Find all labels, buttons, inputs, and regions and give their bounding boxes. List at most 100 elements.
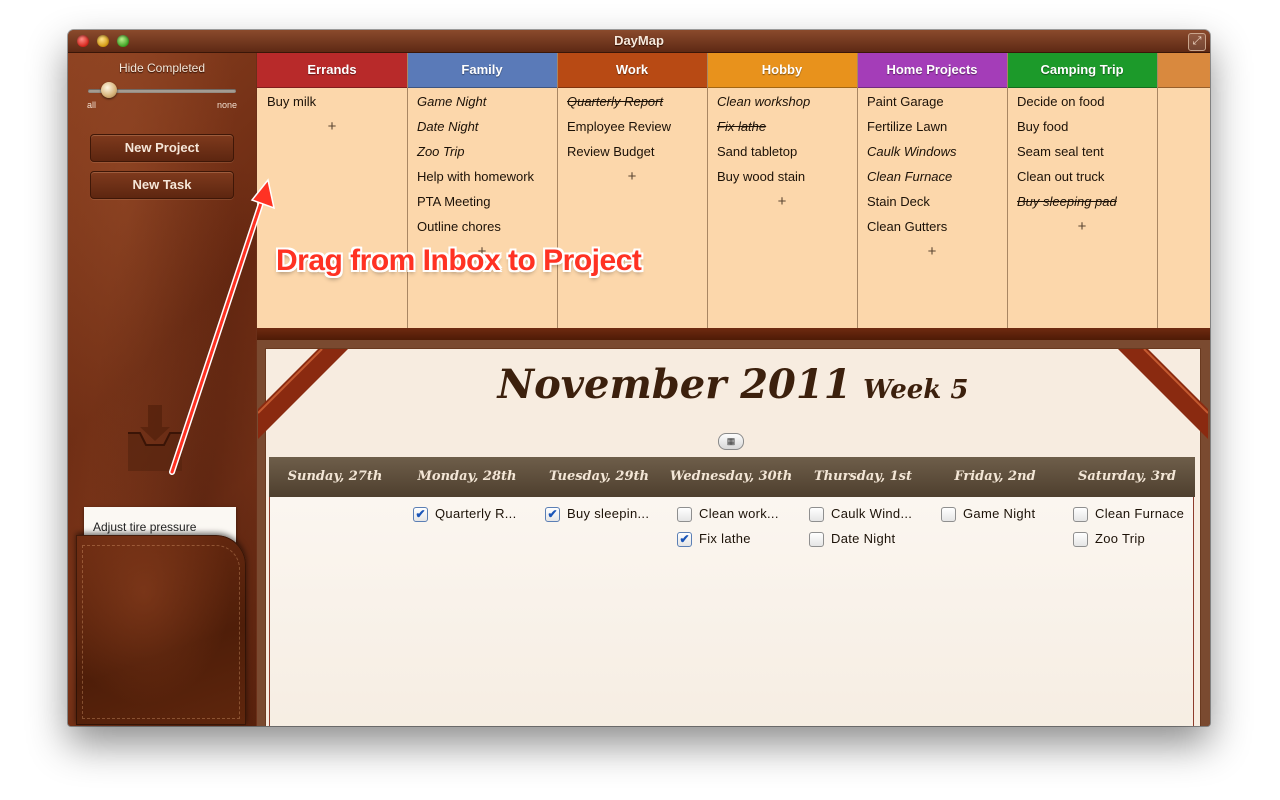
project-task-list: Paint Garage Fertilize Lawn Caulk Windows C… bbox=[857, 88, 1007, 264]
project-task[interactable]: Clean Furnace bbox=[857, 164, 1007, 189]
project-task[interactable]: Game Night bbox=[407, 89, 557, 114]
project-task[interactable]: Date Night bbox=[407, 114, 557, 139]
hide-completed-slider-knob[interactable] bbox=[100, 82, 117, 98]
calendar-task[interactable]: Date Night bbox=[797, 527, 929, 552]
day-column[interactable] bbox=[269, 497, 403, 726]
task-checkbox[interactable] bbox=[1073, 532, 1088, 547]
project-column[interactable]: Family Game Night Date Night Zoo Trip Help w… bbox=[407, 53, 558, 328]
task-checkbox[interactable] bbox=[809, 507, 824, 522]
calendar-task-label: Caulk Wind... bbox=[831, 506, 913, 521]
project-task-list: Buy milk + bbox=[257, 88, 407, 139]
day-column[interactable]: Caulk Wind... Date Night bbox=[797, 497, 930, 726]
calendar-task-label: Date Night bbox=[831, 531, 896, 546]
calendar-task[interactable]: Game Night bbox=[929, 502, 1061, 527]
project-task[interactable]: Buy sleeping pad bbox=[1007, 189, 1157, 214]
calendar-task[interactable]: ✔ Quarterly R... bbox=[401, 502, 533, 527]
project-task[interactable]: Clean Gutters bbox=[857, 214, 1007, 239]
project-header[interactable]: Camping Trip bbox=[1007, 53, 1157, 88]
inbox-pocket bbox=[76, 535, 246, 725]
project-column[interactable]: Home Projects Paint Garage Fertilize Lawn C… bbox=[857, 53, 1008, 328]
day-column[interactable]: Clean Furnace Zoo Trip bbox=[1061, 497, 1194, 726]
project-task[interactable]: Help with homework bbox=[407, 164, 557, 189]
grid-icon[interactable]: ▦ bbox=[718, 433, 744, 450]
day-column[interactable]: Clean work... ✔ Fix lathe bbox=[665, 497, 798, 726]
task-checkbox[interactable] bbox=[677, 507, 692, 522]
add-task-plus-icon[interactable]: + bbox=[707, 189, 857, 214]
day-column[interactable]: Game Night bbox=[929, 497, 1062, 726]
task-checkbox[interactable]: ✔ bbox=[677, 532, 692, 547]
calendar-task-label: Clean work... bbox=[699, 506, 779, 521]
calendar-task[interactable]: Zoo Trip bbox=[1061, 527, 1193, 552]
project-header[interactable]: Family bbox=[407, 53, 557, 88]
calendar-frame: November 2011 Week 5 ▦ Sunday, 27th Monda… bbox=[257, 340, 1210, 726]
day-header: Sunday, 27th bbox=[287, 469, 383, 484]
calendar-task[interactable]: ✔ Fix lathe bbox=[665, 527, 797, 552]
task-checkbox[interactable] bbox=[809, 532, 824, 547]
project-task[interactable]: Outline chores bbox=[407, 214, 557, 239]
project-header[interactable]: Home Projects bbox=[857, 53, 1007, 88]
day-column[interactable]: ✔ Quarterly R... bbox=[401, 497, 534, 726]
fullscreen-icon[interactable]: ⤢ bbox=[1188, 33, 1206, 51]
project-task[interactable]: Quarterly Report bbox=[557, 89, 707, 114]
project-task[interactable]: Buy milk bbox=[257, 89, 407, 114]
add-task-plus-icon[interactable]: + bbox=[857, 239, 1007, 264]
projects-panel: Camping Trip Decide on food Buy food Seam s… bbox=[257, 53, 1210, 340]
calendar-task-label: Buy sleepin... bbox=[567, 506, 650, 521]
task-checkbox[interactable] bbox=[941, 507, 956, 522]
project-task[interactable]: Review Budget bbox=[557, 139, 707, 164]
calendar-task[interactable]: Clean Furnace bbox=[1061, 502, 1193, 527]
app-window: DayMap ⤢ Hide Completed all none New Pro… bbox=[68, 30, 1210, 726]
calendar-task[interactable]: Caulk Wind... bbox=[797, 502, 929, 527]
add-task-plus-icon[interactable]: + bbox=[557, 164, 707, 189]
day-column[interactable]: ✔ Buy sleepin... bbox=[533, 497, 666, 726]
project-header[interactable]: Work bbox=[557, 53, 707, 88]
calendar-task[interactable]: Clean work... bbox=[665, 502, 797, 527]
project-task[interactable]: Caulk Windows bbox=[857, 139, 1007, 164]
project-task[interactable]: Seam seal tent bbox=[1007, 139, 1157, 164]
project-task[interactable]: Fix lathe bbox=[707, 114, 857, 139]
project-column[interactable]: Camping Trip Decide on food Buy food Seam s… bbox=[1007, 53, 1158, 328]
project-header[interactable]: Hobby bbox=[707, 53, 857, 88]
add-task-plus-icon[interactable]: + bbox=[1007, 214, 1157, 239]
week-label: Week 5 bbox=[863, 375, 969, 405]
project-task[interactable]: Sand tabletop bbox=[707, 139, 857, 164]
project-task[interactable]: Paint Garage bbox=[857, 89, 1007, 114]
project-column[interactable]: Hobby Clean workshop Fix lathe Sand tableto… bbox=[707, 53, 858, 328]
project-header[interactable] bbox=[1157, 53, 1210, 88]
task-checkbox[interactable] bbox=[1073, 507, 1088, 522]
project-column[interactable] bbox=[1157, 53, 1210, 328]
project-task[interactable]: Clean out truck bbox=[1007, 164, 1157, 189]
project-task[interactable]: Stain Deck bbox=[857, 189, 1007, 214]
project-task[interactable]: Employee Review bbox=[557, 114, 707, 139]
day-header: Friday, 2nd bbox=[954, 469, 1036, 484]
project-column[interactable]: Work Quarterly Report Employee Review Revie… bbox=[557, 53, 708, 328]
task-checkbox[interactable]: ✔ bbox=[545, 507, 560, 522]
day-header: Tuesday, 29th bbox=[549, 469, 649, 484]
project-task[interactable]: Buy food bbox=[1007, 114, 1157, 139]
project-task[interactable]: Clean workshop bbox=[707, 89, 857, 114]
new-project-button[interactable]: New Project bbox=[90, 134, 234, 162]
month-title: November 2011 bbox=[497, 361, 852, 408]
hide-completed-label: Hide Completed bbox=[118, 61, 206, 75]
project-task[interactable]: Zoo Trip bbox=[407, 139, 557, 164]
project-task[interactable]: Fertilize Lawn bbox=[857, 114, 1007, 139]
add-task-plus-icon[interactable]: + bbox=[257, 114, 407, 139]
project-task[interactable]: PTA Meeting bbox=[407, 189, 557, 214]
slider-min-label: all bbox=[87, 100, 97, 110]
project-header[interactable]: Errands bbox=[257, 53, 407, 88]
day-header: Thursday, 1st bbox=[814, 469, 912, 484]
calendar-task-label: Quarterly R... bbox=[435, 506, 517, 521]
calendar-title: November 2011 Week 5 bbox=[266, 361, 1200, 408]
calendar-task[interactable]: ✔ Buy sleepin... bbox=[533, 502, 665, 527]
project-task-list bbox=[1157, 88, 1210, 89]
project-task-list: Game Night Date Night Zoo Trip Help with ho… bbox=[407, 88, 557, 264]
day-header-row: Sunday, 27th Monday, 28th Tuesday, 29th Wed… bbox=[269, 457, 1195, 497]
project-task[interactable]: Decide on food bbox=[1007, 89, 1157, 114]
project-task[interactable]: Buy wood stain bbox=[707, 164, 857, 189]
day-header: Saturday, 3rd bbox=[1078, 469, 1176, 484]
calendar-task-label: Clean Furnace bbox=[1095, 506, 1185, 521]
window-title: DayMap bbox=[614, 33, 664, 48]
day-header: Wednesday, 30th bbox=[669, 469, 793, 484]
inbox-item-label: Adjust tire pressure bbox=[93, 520, 197, 534]
task-checkbox[interactable]: ✔ bbox=[413, 507, 428, 522]
